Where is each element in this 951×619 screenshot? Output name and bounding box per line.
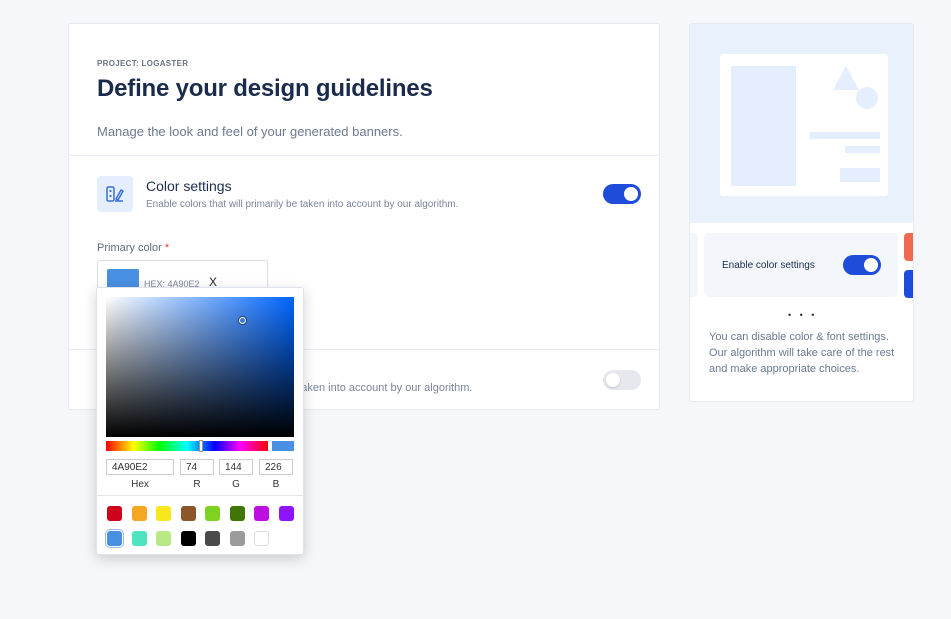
preset-swatch[interactable] xyxy=(156,531,171,546)
banner-mockup xyxy=(720,54,888,196)
palette-icon xyxy=(97,176,133,212)
preset-swatch[interactable] xyxy=(205,506,220,521)
carousel-dots[interactable]: • • • xyxy=(788,310,817,320)
mockup-line xyxy=(845,146,880,153)
g-input-label: G xyxy=(232,479,240,490)
carousel-slide: Enable color settings xyxy=(704,233,898,297)
saturation-pointer[interactable] xyxy=(239,317,246,324)
hex-input[interactable] xyxy=(106,459,174,475)
carousel: Enable color settings xyxy=(690,223,913,309)
preset-swatch[interactable] xyxy=(180,531,196,546)
preset-swatch[interactable] xyxy=(229,531,245,546)
b-input-label: B xyxy=(272,479,280,490)
color-settings-description: Enable colors that will primarily be tak… xyxy=(146,199,459,210)
hex-input-label: Hex xyxy=(131,479,149,490)
preset-swatch[interactable] xyxy=(278,506,294,521)
toggle-knob xyxy=(606,373,620,387)
divider xyxy=(69,155,659,156)
carousel-next-slide-accent xyxy=(904,270,913,298)
color-settings-toggle[interactable] xyxy=(603,184,641,204)
preview-description: You can disable color & font settings. O… xyxy=(709,331,895,375)
toggle-knob xyxy=(864,258,878,272)
preset-swatch[interactable] xyxy=(131,506,147,521)
preset-swatch[interactable] xyxy=(131,531,147,546)
picker-divider xyxy=(97,495,303,496)
hue-slider-thumb[interactable] xyxy=(199,440,203,452)
hue-slider[interactable] xyxy=(106,440,268,452)
mockup-image-block xyxy=(731,66,796,186)
color-preview xyxy=(272,441,294,451)
font-settings-toggle[interactable] xyxy=(603,370,641,390)
project-label: PROJECT: LOGASTER xyxy=(97,59,189,68)
g-input[interactable] xyxy=(219,459,253,475)
carousel-prev-slide xyxy=(690,233,698,297)
shape-icon xyxy=(833,66,878,109)
preset-swatch[interactable] xyxy=(205,531,220,546)
color-settings-title: Color settings xyxy=(146,178,232,194)
primary-color-label: Primary color * xyxy=(97,242,169,254)
toggle-knob xyxy=(624,187,638,201)
slide-toggle xyxy=(843,255,881,275)
preset-swatch[interactable] xyxy=(107,531,122,546)
slide-label: Enable color settings xyxy=(722,260,815,271)
page-subtitle: Manage the look and feel of your generat… xyxy=(97,124,403,139)
preset-swatch[interactable] xyxy=(254,506,269,521)
mockup-line xyxy=(810,132,880,139)
required-mark: * xyxy=(164,242,170,254)
preview-illustration xyxy=(690,24,913,223)
preset-swatch[interactable] xyxy=(107,506,122,521)
saturation-area[interactable] xyxy=(106,297,294,437)
preset-swatch[interactable] xyxy=(254,531,269,546)
b-input[interactable] xyxy=(259,459,293,475)
page-title: Define your design guidelines xyxy=(97,75,433,102)
font-settings-description: e taken into account by our algorithm. xyxy=(289,382,473,394)
carousel-next-slide-accent xyxy=(904,233,913,261)
preset-swatch[interactable] xyxy=(156,506,171,521)
color-picker-popover: Hex R G B xyxy=(96,287,304,555)
r-input-label: R xyxy=(193,479,201,490)
preset-swatch[interactable] xyxy=(229,506,245,521)
r-input[interactable] xyxy=(180,459,214,475)
mockup-button xyxy=(840,168,880,182)
preview-card: Enable color settings • • • You can disa… xyxy=(689,23,914,402)
primary-color-label-text: Primary color xyxy=(97,242,162,254)
preset-swatch[interactable] xyxy=(180,506,196,521)
